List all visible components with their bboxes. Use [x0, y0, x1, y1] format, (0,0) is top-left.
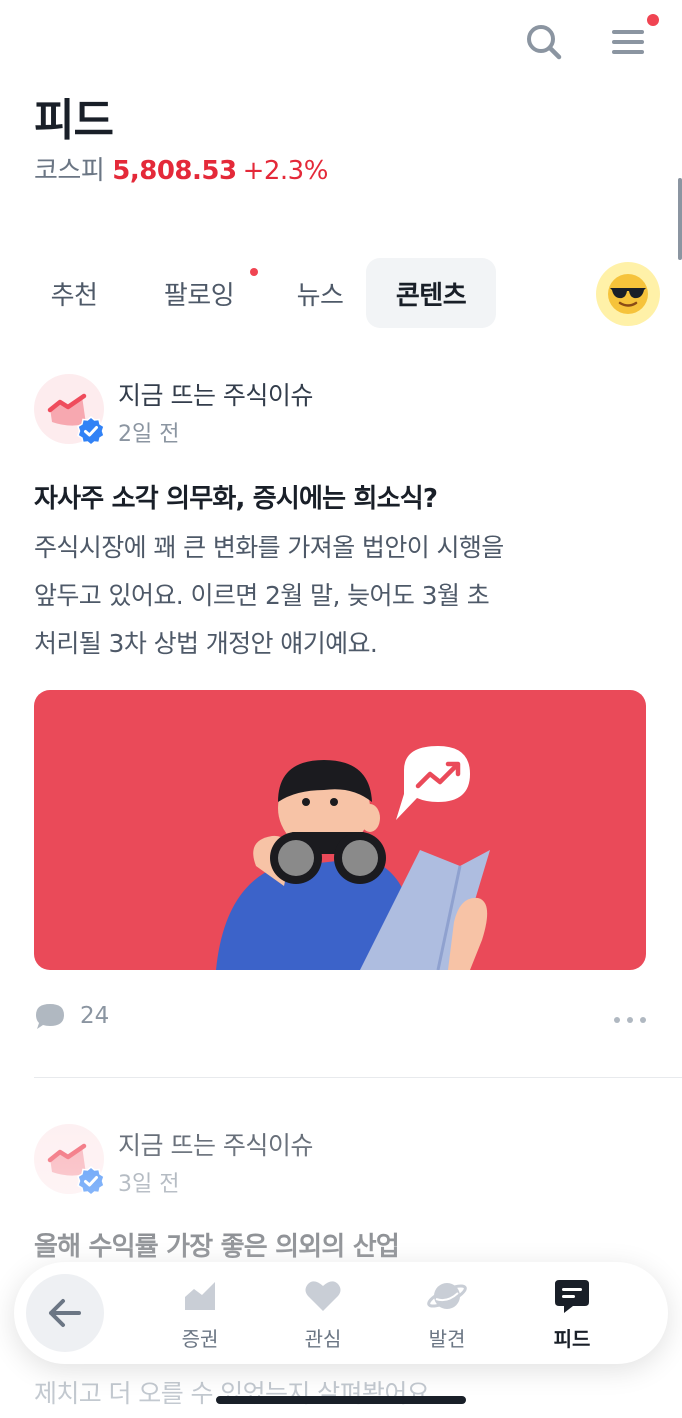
author-name[interactable]: 지금 뜨는 주식이슈 — [118, 1126, 313, 1162]
kospi-change: +2.3% — [242, 156, 329, 186]
scrollbar[interactable] — [678, 178, 682, 260]
comment-button[interactable]: 24 — [34, 1002, 109, 1030]
comment-count: 24 — [80, 1003, 110, 1029]
nav-item-feed[interactable]: 피드 — [527, 1276, 617, 1352]
tab-label: 추천 — [50, 280, 98, 311]
notification-dot — [647, 14, 659, 26]
search-icon — [527, 25, 562, 60]
tab-recommended[interactable]: 추천 — [24, 258, 124, 328]
verified-badge-icon — [77, 1166, 105, 1196]
feed-tabs: 추천 팔로잉 뉴스 콘텐츠 — [24, 258, 544, 328]
tab-label: 팔로잉 — [163, 280, 235, 311]
nav-item-interest[interactable]: 관심 — [278, 1276, 368, 1352]
nav-item-discover[interactable]: 발견 — [402, 1276, 492, 1352]
post-title[interactable]: 올해 수익률 가장 좋은 의외의 산업 — [34, 1226, 400, 1263]
author-avatar[interactable] — [34, 1124, 105, 1196]
search-button[interactable] — [516, 14, 572, 70]
more-dot — [640, 1017, 646, 1023]
back-button[interactable] — [26, 1274, 104, 1352]
profile-avatar-button[interactable] — [596, 262, 660, 326]
post-time: 2일 전 — [118, 422, 180, 447]
post-body-line: 앞두고 있어요. 이르면 2월 말, 늦어도 3월 초 — [34, 581, 490, 610]
more-options-button[interactable] — [614, 1008, 646, 1032]
post-divider — [34, 1077, 682, 1078]
planet-icon — [427, 1283, 467, 1309]
tab-label: 콘텐츠 — [395, 280, 467, 311]
post-body-line: 주식시장에 꽤 큰 변화를 가져올 법안이 시행을 — [34, 533, 504, 562]
kospi-value: 5,808.53 — [112, 156, 237, 186]
post-body-line: 처리될 3차 상법 개정안 얘기예요. — [34, 629, 378, 658]
verified-badge-icon — [77, 416, 105, 446]
post-title[interactable]: 자사주 소각 의무화, 증시에는 희소식? — [34, 478, 438, 515]
menu-icon — [612, 30, 644, 54]
top-toolbar — [0, 14, 682, 70]
author-name[interactable]: 지금 뜨는 주식이슈 — [118, 376, 313, 412]
chart-icon — [185, 1282, 215, 1310]
nav-item-label: 관심 — [304, 1327, 342, 1351]
tab-label: 뉴스 — [296, 280, 344, 311]
kospi-ticker[interactable]: 코스피 5,808.53 +2.3% — [34, 150, 328, 187]
arrow-left-icon — [49, 1299, 81, 1327]
post-body: 주식시장에 꽤 큰 변화를 가져올 법안이 시행을 앞두고 있어요. 이르면 2… — [34, 524, 654, 668]
binoculars-illustration — [216, 746, 490, 970]
kospi-label: 코스피 — [34, 156, 105, 186]
page-title: 피드 — [34, 95, 114, 146]
nav-item-label: 발견 — [428, 1327, 466, 1351]
sunglasses-emoji-icon — [608, 274, 648, 314]
post-time: 3일 전 — [118, 1172, 180, 1197]
menu-button[interactable] — [600, 14, 659, 70]
post-thumbnail[interactable] — [34, 690, 646, 970]
tab-contents[interactable]: 콘텐츠 — [366, 258, 496, 328]
nav-item-securities[interactable]: 증권 — [155, 1276, 245, 1352]
chat-bubble-icon — [555, 1280, 589, 1313]
post-body-peek: 제치고 더 오를 수 있었는지 살펴봤어요. — [34, 1379, 437, 1408]
nav-item-label: 증권 — [181, 1327, 219, 1351]
heart-icon — [305, 1281, 341, 1311]
tab-following[interactable]: 팔로잉 — [140, 258, 258, 328]
comment-icon — [36, 1004, 64, 1029]
nav-item-label: 피드 — [553, 1327, 591, 1351]
bottom-nav: 증권 관심 발견 피드 — [14, 1262, 668, 1364]
more-dot — [627, 1017, 633, 1023]
new-dot — [250, 268, 258, 276]
more-dot — [614, 1017, 620, 1023]
home-indicator — [216, 1396, 466, 1404]
author-avatar[interactable] — [34, 374, 105, 446]
tab-news[interactable]: 뉴스 — [270, 258, 370, 328]
